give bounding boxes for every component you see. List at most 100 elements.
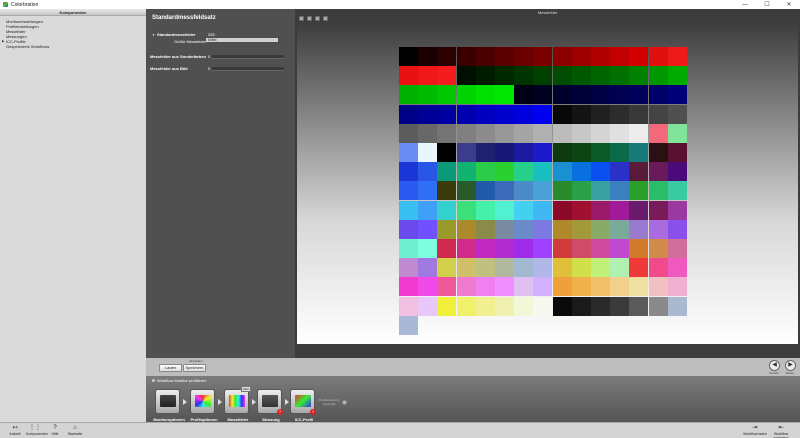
color-patch[interactable] — [399, 123, 418, 143]
color-patch[interactable] — [667, 219, 687, 239]
color-patch[interactable] — [552, 181, 572, 201]
color-patch[interactable] — [495, 143, 514, 162]
color-patch[interactable] — [629, 123, 649, 143]
color-patch[interactable] — [571, 277, 591, 297]
load-button[interactable]: Laden — [159, 364, 182, 372]
color-patch[interactable] — [456, 143, 476, 162]
color-patch[interactable] — [418, 162, 438, 182]
color-patch[interactable] — [514, 219, 534, 239]
color-patch[interactable] — [456, 219, 476, 239]
color-patch[interactable] — [667, 200, 687, 220]
color-patch[interactable] — [418, 296, 438, 316]
image-patches-value[interactable]: 0 — [208, 66, 210, 71]
color-patch[interactable] — [514, 85, 534, 105]
color-patch[interactable] — [533, 104, 553, 124]
minimize-button[interactable]: — — [734, 0, 756, 9]
color-patch[interactable] — [591, 143, 610, 162]
color-patch[interactable] — [475, 123, 495, 143]
color-patch[interactable] — [456, 162, 476, 182]
color-patch[interactable] — [456, 296, 476, 316]
color-patch[interactable] — [571, 219, 591, 239]
color-patch[interactable] — [533, 219, 553, 239]
color-patch[interactable] — [552, 162, 572, 182]
color-patch[interactable] — [456, 258, 476, 278]
color-patch[interactable] — [533, 258, 553, 278]
color-patch[interactable] — [552, 85, 572, 105]
color-patch[interactable] — [475, 143, 495, 162]
color-patch[interactable] — [571, 200, 591, 220]
color-patch[interactable] — [648, 296, 668, 316]
special-colors-field[interactable] — [212, 55, 284, 59]
color-patch[interactable] — [437, 200, 457, 220]
color-patch[interactable] — [648, 200, 668, 220]
color-patch[interactable] — [475, 104, 495, 124]
color-patch[interactable] — [437, 181, 457, 201]
color-patch[interactable] — [591, 200, 610, 220]
color-patch[interactable] — [456, 181, 476, 201]
color-patch[interactable] — [629, 296, 649, 316]
color-patch[interactable] — [475, 258, 495, 278]
color-patch[interactable] — [591, 239, 610, 258]
color-patch[interactable] — [571, 85, 591, 105]
color-patch[interactable] — [418, 47, 438, 66]
maximize-button[interactable]: ☐ — [756, 0, 778, 9]
color-patch[interactable] — [475, 239, 495, 258]
color-patch[interactable] — [667, 181, 687, 201]
color-patch[interactable] — [610, 123, 630, 143]
color-patch[interactable] — [648, 85, 668, 105]
color-patch[interactable] — [629, 162, 649, 182]
color-patch[interactable] — [475, 181, 495, 201]
color-patch[interactable] — [610, 219, 630, 239]
color-patch[interactable] — [648, 239, 668, 258]
color-patch[interactable] — [475, 200, 495, 220]
color-patch[interactable] — [475, 47, 495, 66]
color-patch[interactable] — [437, 219, 457, 239]
workflow-step[interactable]: Messung? — [257, 389, 283, 422]
color-patch[interactable] — [533, 143, 553, 162]
color-patch[interactable] — [495, 296, 514, 316]
patch-size-select[interactable]: Mittel — [206, 38, 278, 42]
color-patch[interactable] — [495, 123, 514, 143]
color-patch[interactable] — [571, 181, 591, 201]
color-patch[interactable] — [591, 277, 610, 297]
color-patch[interactable] — [533, 123, 553, 143]
color-patch[interactable] — [418, 143, 438, 162]
color-patch[interactable] — [552, 143, 572, 162]
color-patch[interactable] — [399, 219, 418, 239]
color-patch[interactable] — [399, 47, 418, 66]
workflow-step[interactable]: Monitoroptionen — [153, 389, 185, 422]
color-patch[interactable] — [495, 104, 514, 124]
statusbar-button[interactable]: ↤ Indizell — [6, 425, 24, 436]
color-patch[interactable] — [571, 258, 591, 278]
workflow-step[interactable]: Messfelder NEU — [224, 386, 251, 422]
expand-icon[interactable]: ▼ — [152, 33, 155, 37]
special-colors-value[interactable]: 0 — [208, 54, 210, 59]
color-patch[interactable] — [456, 277, 476, 297]
color-patch[interactable] — [610, 162, 630, 182]
color-patch[interactable] — [610, 181, 630, 201]
color-patch[interactable] — [418, 104, 438, 124]
color-patch[interactable] — [514, 66, 534, 86]
next-button[interactable]: ▶ — [785, 360, 796, 371]
color-patch[interactable] — [514, 296, 534, 316]
color-patch[interactable] — [648, 181, 668, 201]
color-patch[interactable] — [399, 104, 418, 124]
color-patch[interactable] — [591, 104, 610, 124]
color-patch[interactable] — [495, 181, 514, 201]
color-patch[interactable] — [475, 162, 495, 182]
color-patch[interactable] — [418, 239, 438, 258]
color-patch[interactable] — [437, 296, 457, 316]
color-patch[interactable] — [552, 47, 572, 66]
color-patch[interactable] — [533, 47, 553, 66]
color-patch[interactable] — [514, 47, 534, 66]
color-patch[interactable] — [495, 162, 514, 182]
color-patch[interactable] — [514, 123, 534, 143]
color-patch[interactable] — [495, 66, 514, 86]
color-patch[interactable] — [571, 66, 591, 86]
color-patch[interactable] — [399, 296, 418, 316]
color-patch[interactable] — [629, 239, 649, 258]
color-patch[interactable] — [514, 181, 534, 201]
color-patch[interactable] — [591, 123, 610, 143]
color-patch[interactable] — [399, 258, 418, 278]
color-patch[interactable] — [667, 162, 687, 182]
